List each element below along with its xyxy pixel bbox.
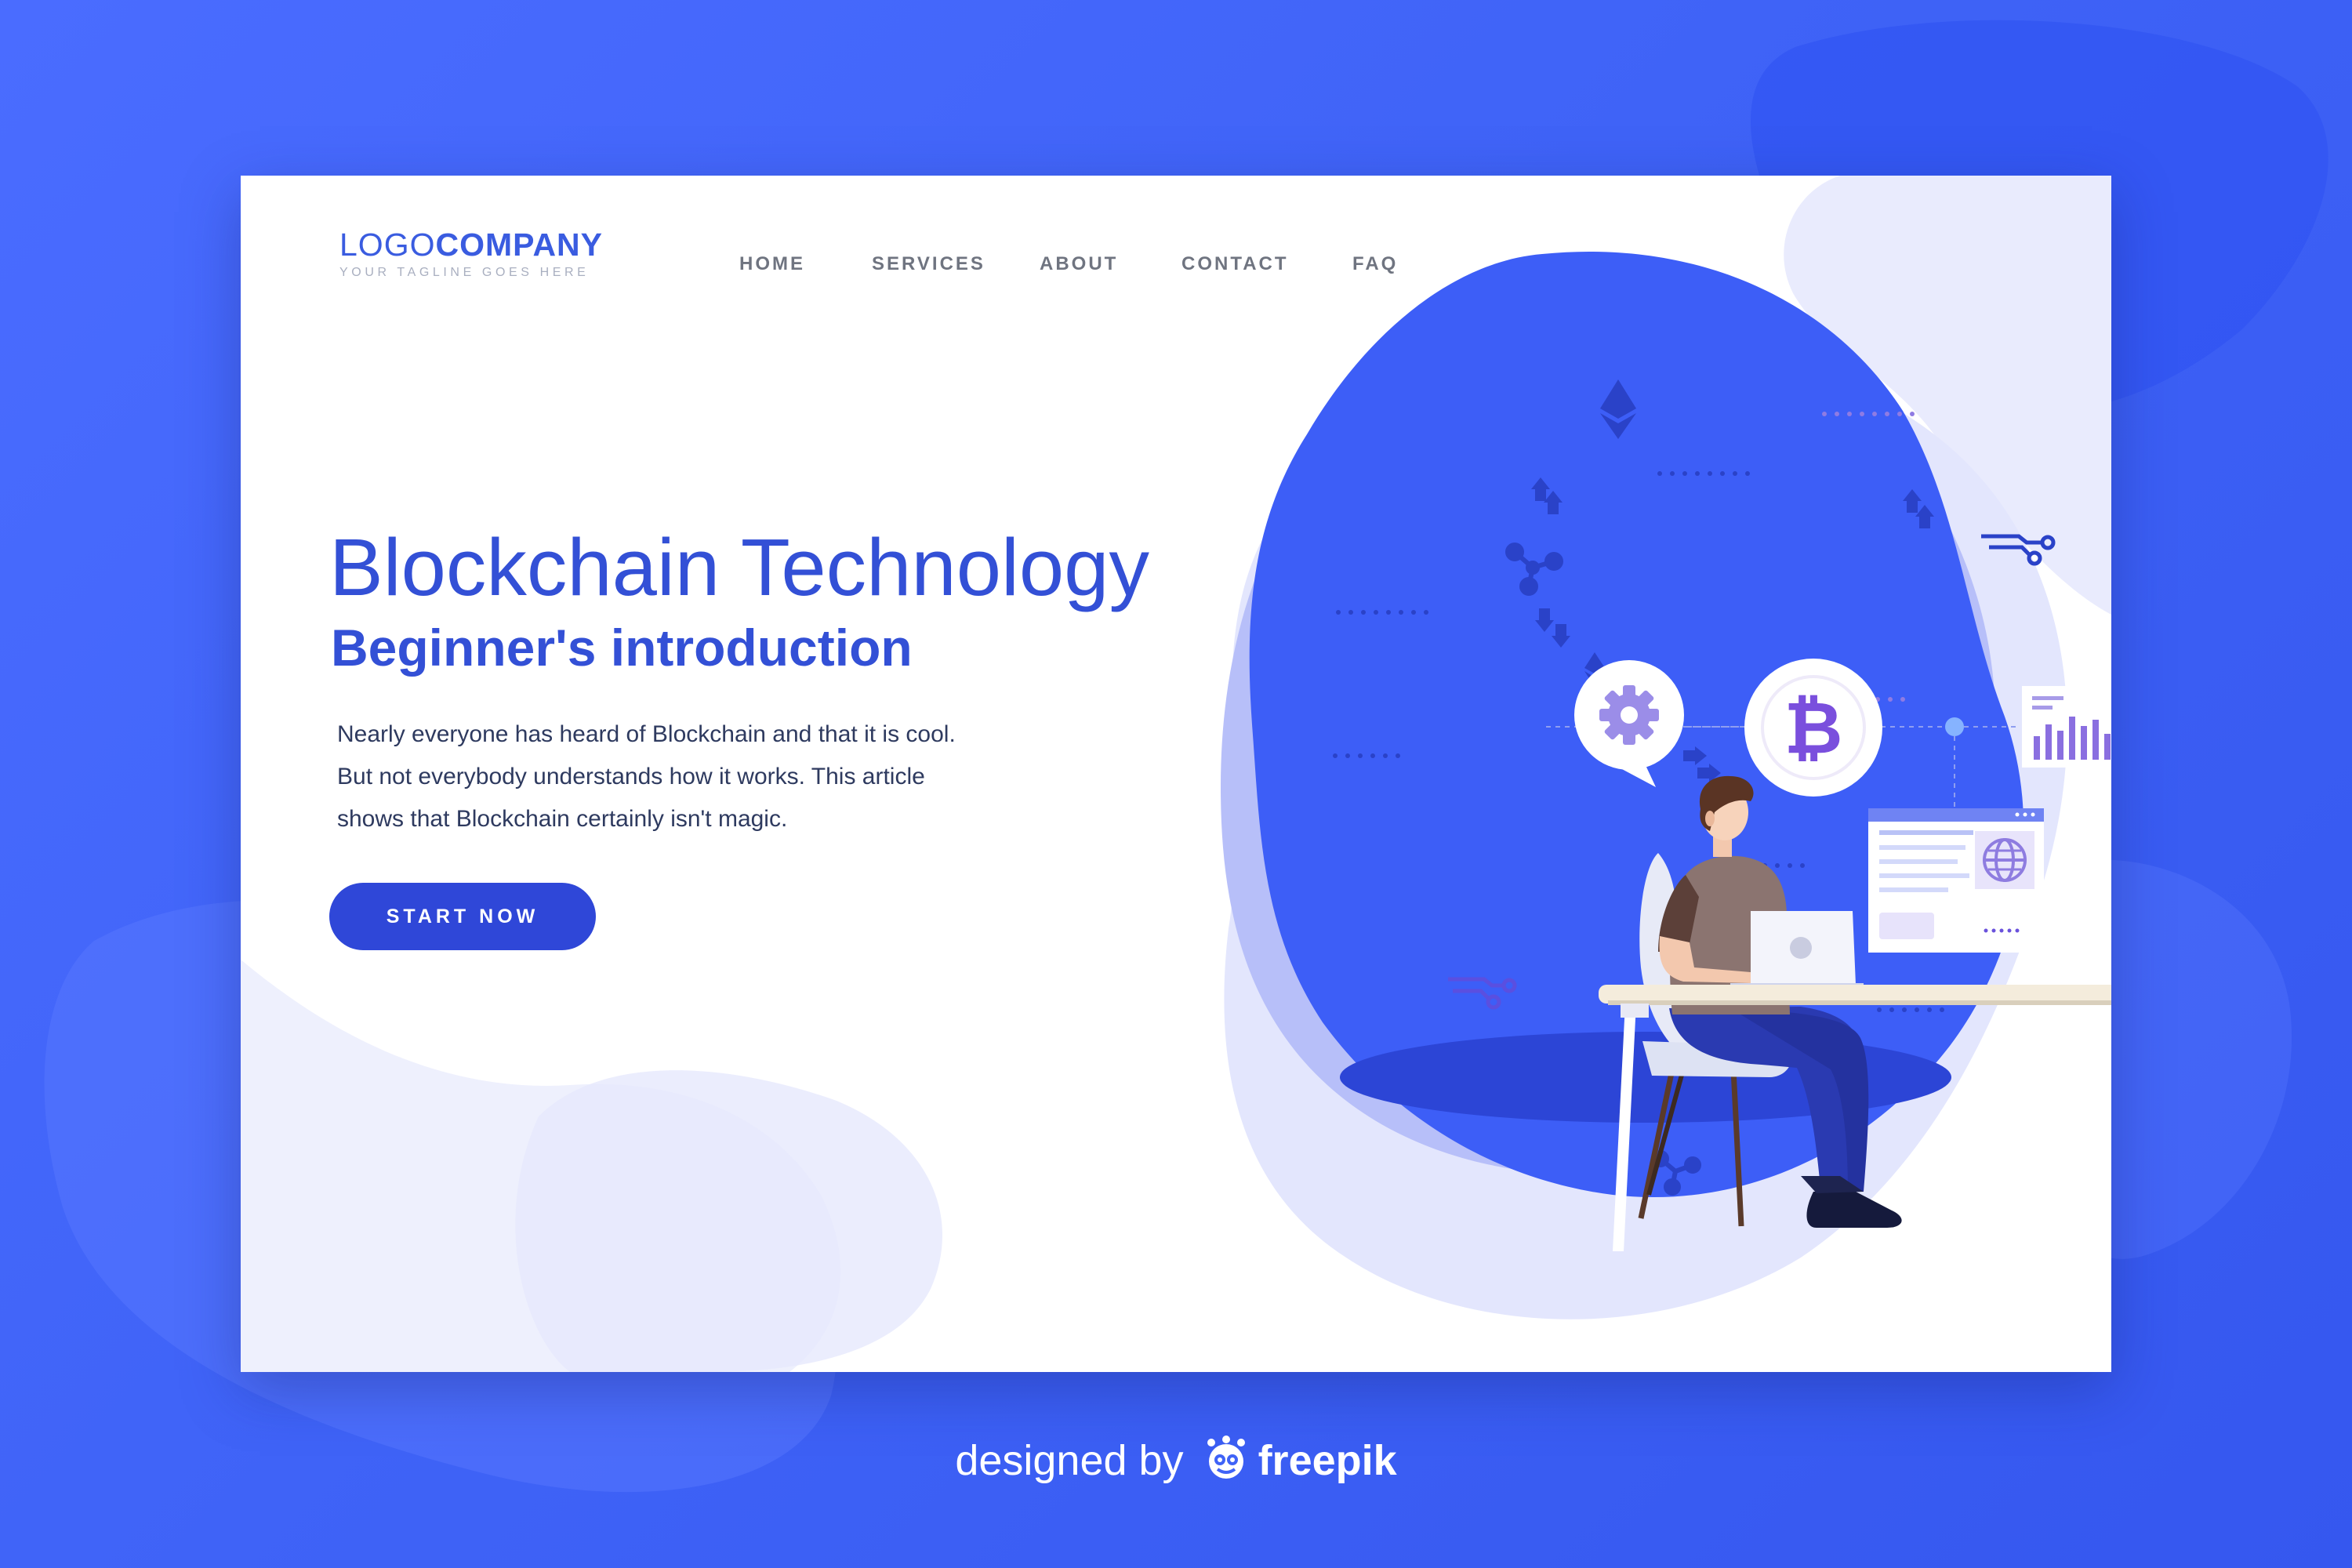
designer-credit[interactable]: designed by freepik	[0, 1435, 2352, 1485]
hero-title: Blockchain Technology	[329, 522, 1149, 612]
bitcoin-icon: ₿	[1744, 659, 1882, 797]
credit-brand: freepik	[1258, 1437, 1397, 1484]
hero-description: Nearly everyone has heard of Blockchain …	[337, 721, 956, 832]
landing-card: LOGOCOMPANY YOUR TAGLINE GOES HERE HOME …	[241, 176, 2111, 1372]
browser-window	[1868, 808, 2044, 953]
logo-light-text: LOGO	[339, 227, 436, 263]
logo-bold-text: COMPANY	[435, 227, 604, 263]
hero-subtitle: Beginner's introduction	[331, 619, 913, 677]
logo[interactable]: LOGOCOMPANY YOUR TAGLINE GOES HERE	[339, 229, 603, 280]
nav-about-link[interactable]: ABOUT	[1040, 253, 1118, 275]
nav-home-link[interactable]: HOME	[739, 253, 805, 275]
start-now-button[interactable]: START NOW	[329, 883, 596, 950]
nav-services-link[interactable]: SERVICES	[872, 253, 985, 275]
bar-chart-icon	[2022, 686, 2111, 768]
freepik-logo-icon	[1207, 1435, 1245, 1479]
credit-prefix: designed by	[955, 1437, 1184, 1484]
logo-tagline: YOUR TAGLINE GOES HERE	[339, 266, 590, 279]
globe-icon	[1975, 831, 2034, 889]
bitcoin-symbol: ₿	[1784, 686, 1843, 770]
blockchain-illustration: ₿	[1221, 251, 2111, 1319]
